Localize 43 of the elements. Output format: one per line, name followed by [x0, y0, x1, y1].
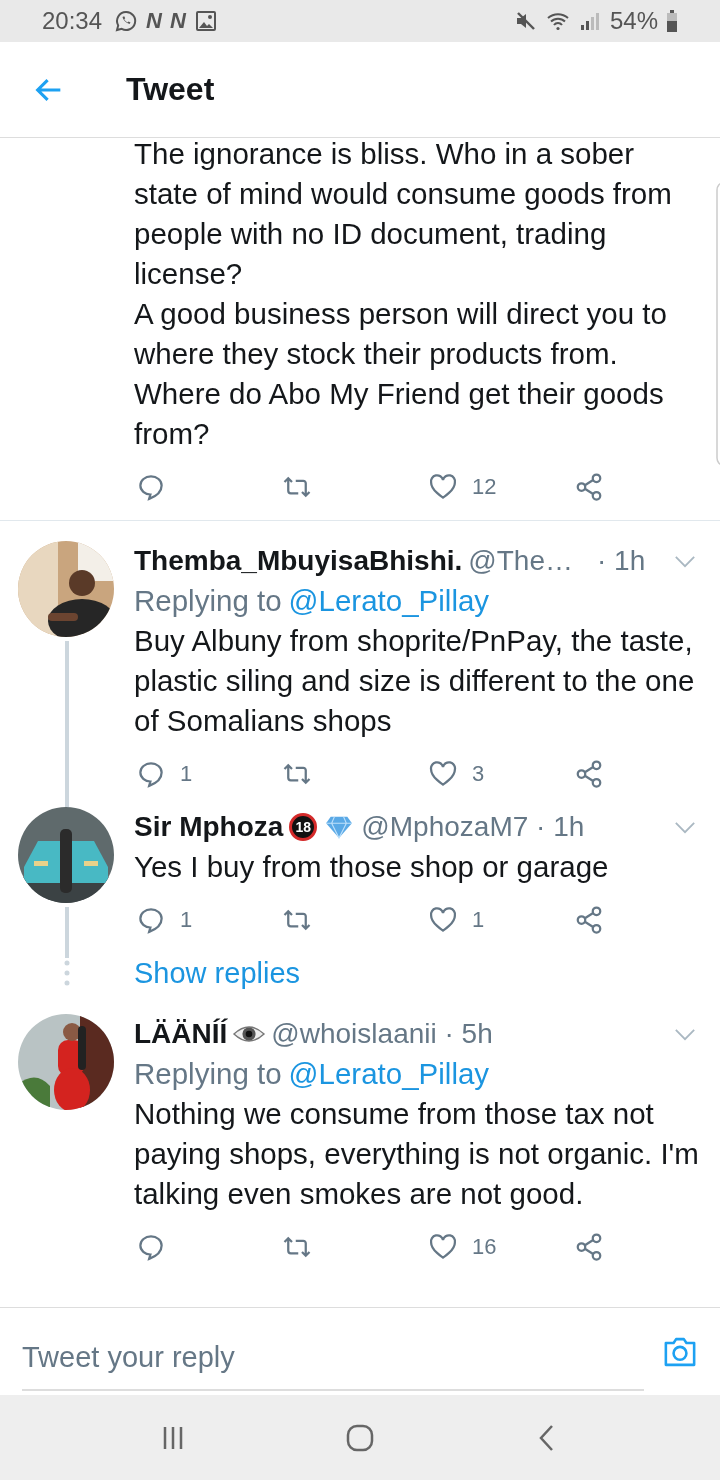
user-name[interactable]: Themba_MbuyisaBhishi. — [134, 541, 463, 581]
reply-icon[interactable] — [136, 1232, 166, 1262]
home-icon[interactable] — [345, 1422, 375, 1453]
heart-icon[interactable] — [428, 472, 458, 502]
like-count: 16 — [472, 1234, 497, 1260]
replying-label: Replying to — [134, 1057, 282, 1090]
notification-icon: N — [169, 8, 186, 34]
user-handle: @The… — [468, 544, 573, 578]
user-name[interactable]: Sir Mphoza — [134, 807, 284, 847]
more-dots-icon — [64, 960, 70, 986]
share-icon[interactable] — [574, 905, 604, 935]
reply-icon[interactable] — [136, 905, 166, 935]
like-count: 12 — [472, 474, 497, 500]
header-title: Tweet — [126, 71, 215, 108]
tweet-text: Yes I buy from those shop or garage — [134, 849, 610, 885]
share-icon[interactable] — [574, 759, 604, 789]
share-icon[interactable] — [574, 1232, 604, 1262]
heart-icon[interactable] — [428, 759, 458, 789]
battery-icon — [666, 9, 678, 33]
reply-icon[interactable] — [136, 472, 166, 502]
replying-label: Replying to — [134, 584, 282, 617]
reply-count: 1 — [180, 761, 193, 787]
like-count: 3 — [472, 761, 485, 787]
tweet-text: Buy Albuny from shoprite/PnPay, the taste, plastic siling and size is different to the one of Somalians shops — [134, 623, 696, 739]
reply-icon[interactable] — [136, 759, 166, 789]
user-name[interactable]: LÄÄNÍÍ — [134, 1014, 228, 1054]
age-restriction-icon: 18 — [289, 813, 318, 841]
heart-icon[interactable] — [428, 1232, 458, 1262]
heart-icon[interactable] — [428, 905, 458, 935]
reply-input-field[interactable]: Tweet your reply — [22, 1326, 644, 1391]
chat-bubble-icon — [114, 9, 139, 33]
tweet-text: Nothing we consume from those tax not paying shops, everything is not organic. I'm talking even smokes are not good. — [134, 1096, 700, 1212]
reply-count: 1 — [180, 907, 193, 933]
user-handle: @MphozaM7 · 1h — [361, 810, 585, 844]
share-icon[interactable] — [574, 472, 604, 502]
image-icon — [193, 9, 218, 33]
like-count: 1 — [472, 907, 485, 933]
tweet-text: The ignorance is bliss. Who in a sober state of mind would consume goods from people with no ID document, trading license? A good business person will direct you to where they stock their products from. Where do Abo My Friend get their goods from? — [134, 138, 673, 452]
notification-icon: N — [146, 8, 162, 34]
battery-percent: 54% — [609, 7, 658, 35]
user-handle: @whoislaanii · 5h — [271, 1017, 493, 1051]
status-time: 20:34 — [42, 7, 103, 35]
tweet-time: · 1h — [596, 544, 646, 578]
